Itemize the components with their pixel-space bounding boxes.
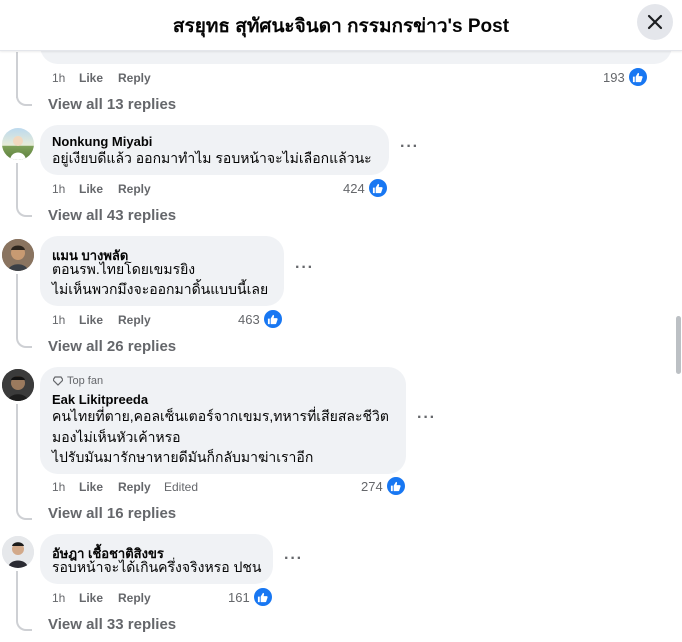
reaction-count-value: 193 bbox=[603, 69, 625, 85]
top-fan-badge: Top fan bbox=[53, 375, 103, 387]
reaction-count-value: 161 bbox=[228, 589, 250, 605]
close-button[interactable] bbox=[637, 4, 673, 40]
view-replies-link[interactable]: View all 26 replies bbox=[48, 338, 176, 355]
more-options-icon[interactable]: ··· bbox=[417, 409, 436, 427]
reaction-count-value: 274 bbox=[361, 478, 383, 494]
comment-text-line: รอบหน้าจะได้เกินครึ่งจริงหรอ ปชน bbox=[52, 559, 262, 575]
comment-author[interactable]: Eak Likitpreeda bbox=[52, 392, 148, 407]
reaction-count-value: 463 bbox=[238, 311, 260, 327]
scrollbar-thumb[interactable] bbox=[676, 316, 681, 374]
comment-author[interactable]: Nonkung Miyabi bbox=[52, 134, 152, 149]
reaction-count[interactable]: 424 bbox=[343, 178, 388, 198]
comment-text-line: ไปรับมันมารักษาหายดีมันก็กลับมาฆ่าเราอีก bbox=[52, 449, 314, 465]
reaction-count[interactable]: 193 bbox=[603, 67, 648, 87]
comment-text-line: มองไม่เห็นหัวเค้าหรอ bbox=[52, 429, 181, 445]
like-button[interactable]: Like bbox=[79, 313, 103, 327]
comment-text-line: คนไทยที่ตาย,คอลเซ็นเตอร์จากเขมร,ทหารที่เ… bbox=[52, 408, 389, 424]
reaction-count[interactable]: 161 bbox=[228, 587, 273, 607]
reply-button[interactable]: Reply bbox=[118, 182, 151, 196]
dialog-title: สรยุทธ สุทัศนะจินดา กรรมกรข่าว's Post bbox=[172, 16, 510, 37]
avatar[interactable] bbox=[2, 128, 34, 160]
comment-time[interactable]: 1h bbox=[52, 480, 65, 494]
reaction-count[interactable]: 463 bbox=[238, 309, 283, 329]
avatar[interactable] bbox=[2, 239, 34, 271]
like-thumb-icon bbox=[262, 309, 283, 329]
more-options-icon[interactable]: ··· bbox=[295, 259, 314, 277]
like-thumb-icon bbox=[627, 67, 648, 87]
comment-text-line: ไม่เห็นพวกมึงจะออกมาดิ้นแบบนี้เลย bbox=[52, 281, 269, 297]
post-dialog-header: สรยุทธ สุทัศนะจินดา กรรมกรข่าว's Post bbox=[0, 0, 682, 51]
avatar[interactable] bbox=[2, 536, 34, 568]
diamond-icon bbox=[53, 376, 63, 386]
like-button[interactable]: Like bbox=[79, 71, 103, 85]
avatar[interactable] bbox=[2, 369, 34, 401]
like-thumb-icon bbox=[385, 476, 406, 496]
comment-time[interactable]: 1h bbox=[52, 313, 65, 327]
edited-label[interactable]: Edited bbox=[164, 480, 198, 494]
reaction-count-value: 424 bbox=[343, 180, 365, 196]
more-options-icon[interactable]: ··· bbox=[284, 550, 303, 568]
top-fan-label: Top fan bbox=[67, 375, 104, 387]
like-button[interactable]: Like bbox=[79, 182, 103, 196]
comment-time[interactable]: 1h bbox=[52, 71, 65, 85]
close-icon bbox=[647, 14, 663, 30]
reply-button[interactable]: Reply bbox=[118, 480, 151, 494]
reply-button[interactable]: Reply bbox=[118, 591, 151, 605]
view-replies-link[interactable]: View all 43 replies bbox=[48, 207, 176, 224]
more-options-icon[interactable]: ··· bbox=[400, 138, 419, 156]
like-button[interactable]: Like bbox=[79, 480, 103, 494]
reaction-count[interactable]: 274 bbox=[361, 476, 406, 496]
like-button[interactable]: Like bbox=[79, 591, 103, 605]
comment-text-line: ตอนรพ.ไทยโดยเขมรยิง bbox=[52, 261, 196, 277]
like-thumb-icon bbox=[367, 178, 388, 198]
view-replies-link[interactable]: View all 13 replies bbox=[48, 96, 176, 113]
view-replies-link[interactable]: View all 33 replies bbox=[48, 616, 176, 633]
reply-button[interactable]: Reply bbox=[118, 313, 151, 327]
comment-time[interactable]: 1h bbox=[52, 591, 65, 605]
view-replies-link[interactable]: View all 16 replies bbox=[48, 505, 176, 522]
like-thumb-icon bbox=[252, 587, 273, 607]
comment-time[interactable]: 1h bbox=[52, 182, 65, 196]
reply-button[interactable]: Reply bbox=[118, 71, 151, 85]
comment-text-line: อยู่เงียบดีแล้ว ออกมาทำไม รอบหน้าจะไม่เล… bbox=[52, 150, 372, 166]
